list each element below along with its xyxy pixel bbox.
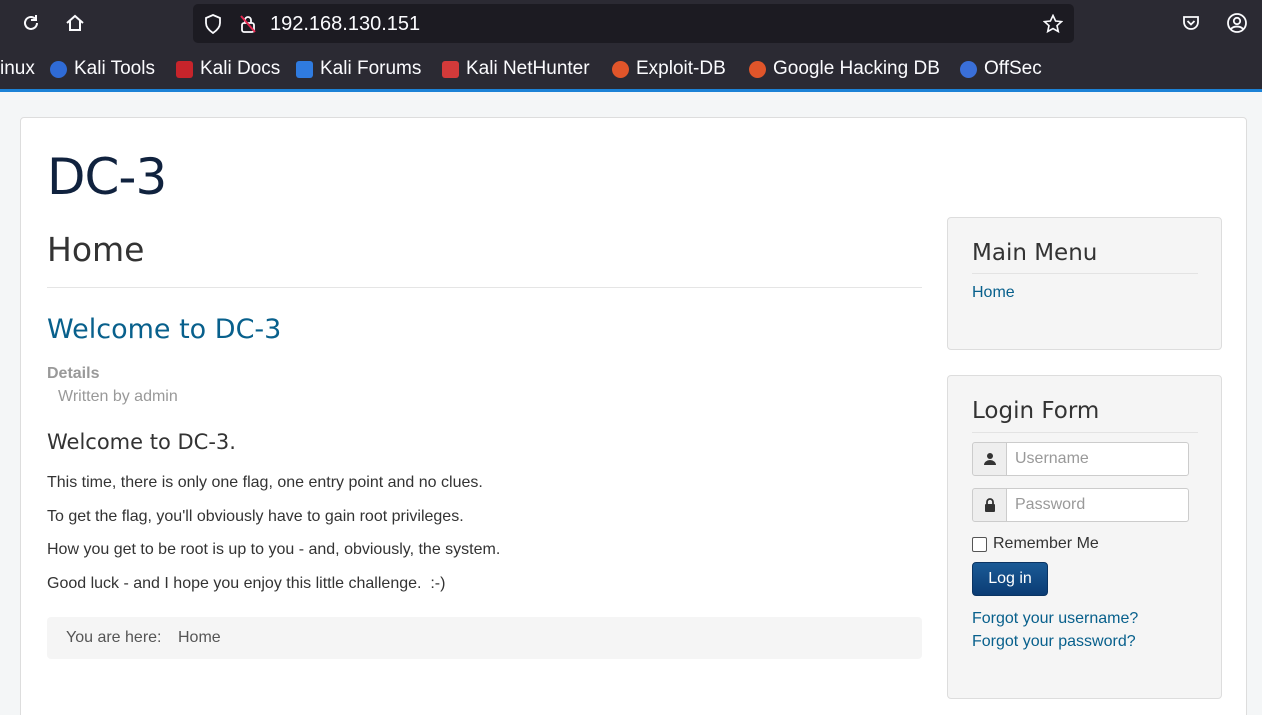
- login-form-title: Login Form: [972, 398, 1100, 424]
- insecure-lock-icon[interactable]: [239, 14, 257, 39]
- site-title[interactable]: DC-3: [47, 148, 167, 206]
- login-button[interactable]: Log in: [972, 562, 1048, 596]
- kali-tools-icon: [50, 60, 67, 78]
- tab-accent-line: [0, 89, 1262, 92]
- article-heading: Welcome to DC-3.: [47, 430, 236, 454]
- breadcrumb: You are here: Home: [47, 617, 922, 659]
- bookmark-offsec[interactable]: OffSec: [960, 57, 1042, 81]
- bookmark-label: Kali Forums: [320, 58, 422, 79]
- bookmark-kali-docs[interactable]: Kali Docs: [176, 57, 280, 81]
- user-icon: [972, 442, 1007, 476]
- main-menu-title: Main Menu: [972, 240, 1098, 266]
- article-details-label: Details: [47, 365, 100, 382]
- main-menu-module: Main Menu Home: [947, 217, 1222, 350]
- article-title-link[interactable]: Welcome to DC-3: [47, 314, 281, 345]
- article-paragraph: How you get to be root is up to you - an…: [47, 541, 501, 558]
- username-input[interactable]: [1006, 442, 1189, 476]
- account-icon[interactable]: [1224, 10, 1250, 36]
- bookmark-label: OffSec: [984, 58, 1042, 79]
- kali-nethunter-icon: [442, 60, 459, 78]
- module-divider: [972, 273, 1198, 274]
- page-heading: Home: [47, 230, 145, 269]
- bookmark-kali-forums[interactable]: Kali Forums: [296, 57, 421, 81]
- bookmark-exploit-db[interactable]: Exploit-DB: [612, 57, 726, 81]
- star-icon[interactable]: [1042, 13, 1064, 39]
- bookmark-label: inux: [0, 58, 35, 79]
- bookmark-label: Kali Docs: [200, 58, 281, 79]
- url-text[interactable]: 192.168.130.151: [270, 13, 420, 36]
- breadcrumb-current: Home: [178, 629, 221, 646]
- login-form-module: Login Form Remember Me Log in Forgot you…: [947, 375, 1222, 699]
- bookmark-label: Kali NetHunter: [466, 58, 590, 79]
- menu-item-home[interactable]: Home: [972, 284, 1015, 302]
- url-bar[interactable]: 192.168.130.151: [193, 4, 1074, 43]
- bookmark-label: Exploit-DB: [636, 58, 726, 79]
- module-divider: [972, 432, 1198, 433]
- page-container: DC-3 Home Welcome to DC-3 Details Writte…: [20, 117, 1247, 715]
- forgot-username-link[interactable]: Forgot your username?: [972, 610, 1138, 628]
- shield-icon[interactable]: [204, 14, 222, 39]
- article-author: Written by admin: [58, 388, 178, 405]
- breadcrumb-label: You are here:: [66, 629, 162, 646]
- reload-icon[interactable]: [18, 10, 44, 36]
- username-group: [972, 442, 1189, 476]
- article-paragraph: This time, there is only one flag, one e…: [47, 474, 483, 491]
- bookmark-linux[interactable]: inux: [0, 57, 35, 81]
- browser-chrome: 192.168.130.151 inux Kali Tools Kali Doc…: [0, 0, 1262, 89]
- bookmarks-toolbar: inux Kali Tools Kali Docs Kali Forums Ka…: [0, 52, 1262, 86]
- remember-me[interactable]: Remember Me: [972, 535, 1099, 553]
- bookmark-label: Google Hacking DB: [773, 58, 940, 79]
- forgot-password-link[interactable]: Forgot your password?: [972, 633, 1136, 651]
- remember-me-label: Remember Me: [993, 535, 1099, 552]
- bookmark-label: Kali Tools: [74, 58, 155, 79]
- pocket-icon[interactable]: [1178, 10, 1204, 36]
- home-icon[interactable]: [62, 10, 88, 36]
- article-paragraph: To get the flag, you'll obviously have t…: [47, 508, 464, 525]
- bookmark-google-hacking-db[interactable]: Google Hacking DB: [749, 57, 940, 81]
- offsec-icon: [960, 60, 977, 78]
- divider: [47, 287, 922, 288]
- lock-icon: [972, 488, 1007, 522]
- bookmark-kali-tools[interactable]: Kali Tools: [50, 57, 155, 81]
- remember-me-checkbox[interactable]: [972, 536, 987, 552]
- exploit-db-icon: [612, 60, 629, 78]
- kali-docs-icon: [176, 60, 193, 78]
- bookmark-kali-nethunter[interactable]: Kali NetHunter: [442, 57, 590, 81]
- article-paragraph: Good luck - and I hope you enjoy this li…: [47, 575, 446, 592]
- google-hacking-db-icon: [749, 60, 766, 78]
- password-group: [972, 488, 1189, 522]
- password-input[interactable]: [1006, 488, 1189, 522]
- kali-forums-icon: [296, 60, 313, 78]
